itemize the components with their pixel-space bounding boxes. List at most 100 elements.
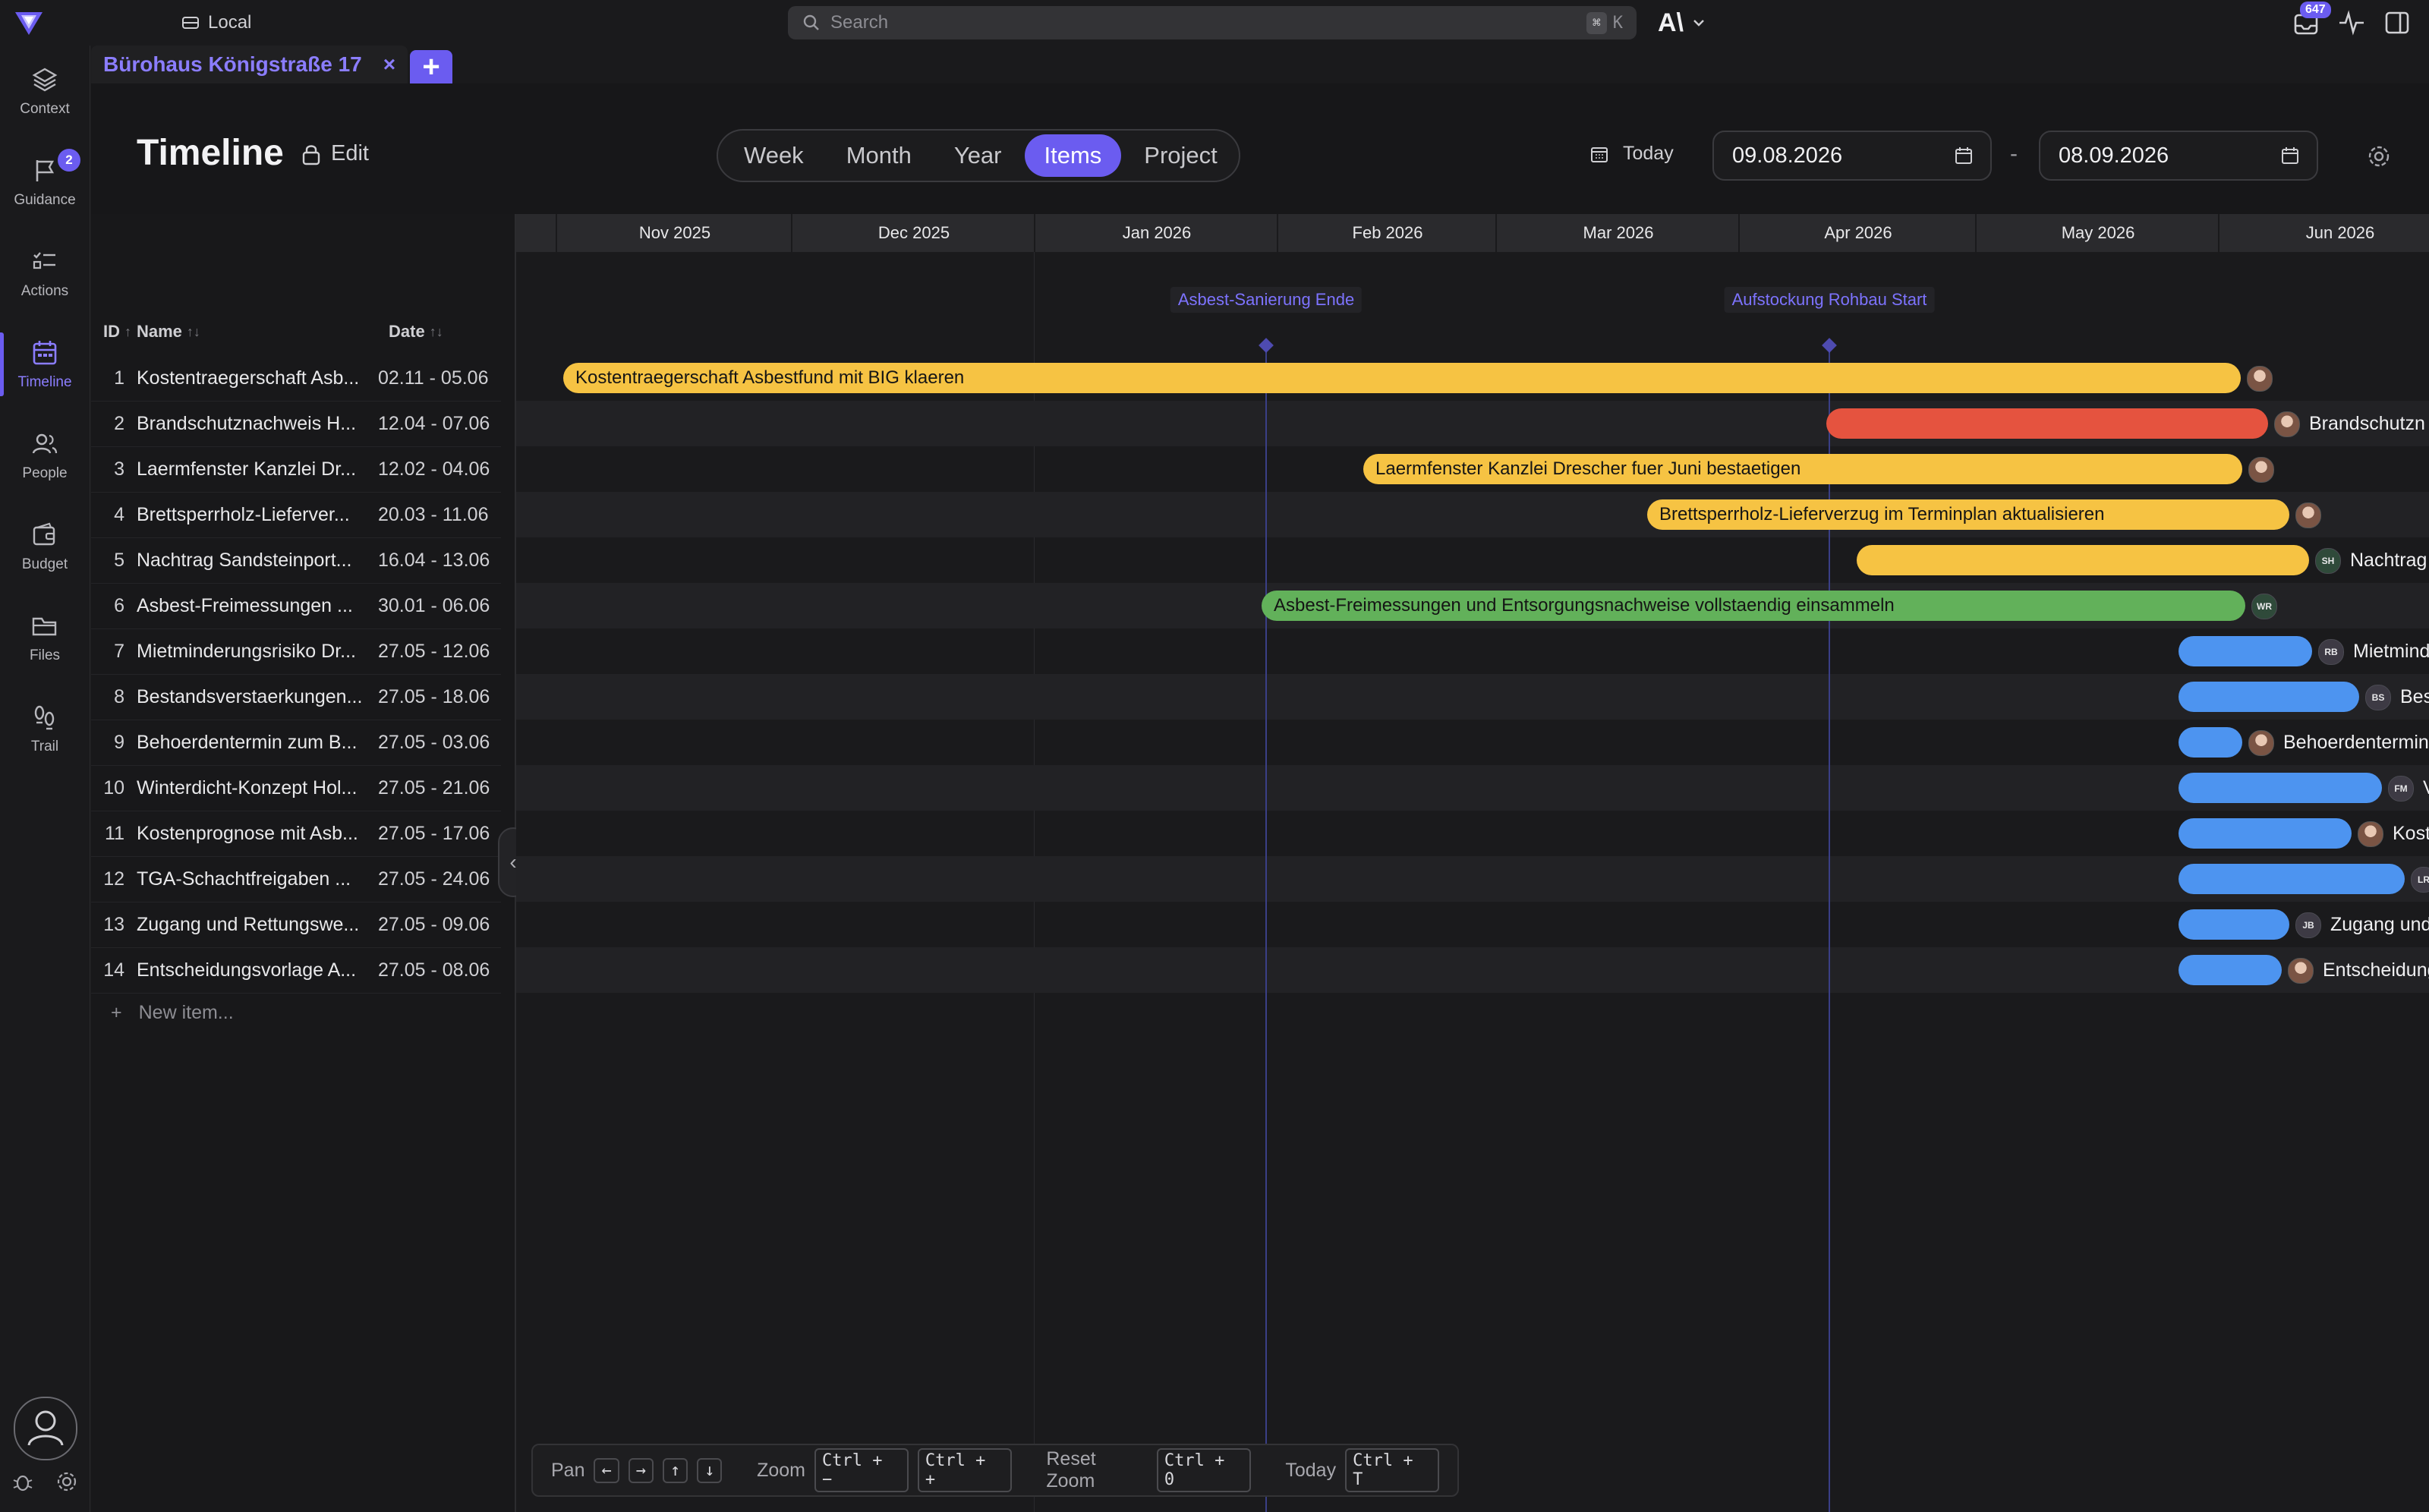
- rail-item-files[interactable]: Files: [0, 598, 90, 677]
- drive-icon: [182, 17, 199, 29]
- new-item-button[interactable]: + New item...: [111, 1002, 234, 1024]
- assignee-photo-avatar[interactable]: [2358, 821, 2383, 847]
- list-item[interactable]: 11 Kostenprognose mit Asb... 27.05 - 17.06: [91, 811, 501, 857]
- bar-outside-label: Behoerdentermin: [2283, 732, 2429, 753]
- list-item[interactable]: 3 Laermfenster Kanzlei Dr... 12.02 - 04.06: [91, 446, 501, 493]
- assignee-photo-avatar[interactable]: [2248, 457, 2274, 483]
- timeline-row: [516, 947, 2429, 993]
- workspace-selector[interactable]: Local: [181, 11, 251, 35]
- edit-button[interactable]: Edit: [301, 141, 369, 166]
- timeline-canvas[interactable]: Nov 2025 Dec 2025 Jan 2026 Feb 2026 Mar 2026…: [516, 214, 2429, 1512]
- calendar-small-icon: [1591, 146, 1608, 162]
- rail-item-guidance[interactable]: Guidance 2: [0, 143, 90, 222]
- timeline-bar[interactable]: [2179, 818, 2352, 849]
- settings-gear-icon[interactable]: [55, 1469, 79, 1494]
- column-name[interactable]: Name ↑↓: [137, 322, 200, 342]
- column-id[interactable]: ID ↑: [103, 322, 131, 342]
- milestone-label[interactable]: Asbest-Sanierung Ende: [1170, 287, 1363, 313]
- inbox-count-badge: 647: [2300, 2, 2331, 18]
- timeline-bar[interactable]: [2179, 727, 2242, 758]
- calendar-picker-icon[interactable]: [2280, 146, 2300, 165]
- list-item[interactable]: 5 Nachtrag Sandsteinport... 16.04 - 13.06: [91, 537, 501, 584]
- list-item[interactable]: 9 Behoerdentermin zum B... 27.05 - 03.06: [91, 720, 501, 766]
- milestone-diamond[interactable]: [1259, 338, 1274, 353]
- bar-label: Laermfenster Kanzlei Drescher fuer Juni …: [1375, 458, 1801, 479]
- timeline-bar[interactable]: Asbest-Freimessungen und Entsorgungsnach…: [1262, 591, 2245, 621]
- rail-item-budget[interactable]: Budget: [0, 507, 90, 586]
- assignee-avatar[interactable]: LR: [2411, 867, 2429, 893]
- view-tab-month[interactable]: Month: [827, 134, 931, 177]
- brand-menu[interactable]: A\: [1658, 8, 1706, 38]
- timeline-bar[interactable]: [2179, 773, 2382, 803]
- list-item[interactable]: 4 Brettsperrholz-Lieferver... 20.03 - 11.0…: [91, 492, 501, 538]
- view-tab-items[interactable]: Items: [1024, 134, 1122, 177]
- list-item[interactable]: 14 Entscheidungsvorlage A... 27.05 - 08.06: [91, 947, 501, 994]
- item-id: 12: [103, 868, 124, 890]
- milestone-diamond[interactable]: [1822, 338, 1837, 353]
- layers-icon: [32, 68, 58, 92]
- view-tab-project[interactable]: Project: [1124, 134, 1237, 177]
- month-label: Apr 2026: [1738, 214, 1977, 252]
- search-bar[interactable]: Search ⌘ K: [788, 6, 1637, 39]
- timeline-bar[interactable]: Brettsperrholz-Lieferverzug im Terminpla…: [1647, 499, 2289, 530]
- list-item[interactable]: 12 TGA-Schachtfreigaben ... 27.05 - 24.06: [91, 856, 501, 902]
- rail-item-context[interactable]: Context: [0, 52, 90, 131]
- list-item[interactable]: 7 Mietminderungsrisiko Dr... 27.05 - 12.06: [91, 628, 501, 675]
- timeline-bar[interactable]: [2179, 909, 2289, 940]
- timeline-bar[interactable]: Kostentraegerschaft Asbestfund mit BIG k…: [563, 363, 2241, 393]
- rail-item-actions[interactable]: Actions: [0, 234, 90, 313]
- timeline-bar[interactable]: [2179, 636, 2312, 666]
- bug-icon[interactable]: [11, 1469, 35, 1494]
- timeline-bar[interactable]: [1857, 545, 2309, 575]
- project-tab[interactable]: Bürohaus Königstraße 17 ×: [91, 46, 408, 83]
- assignee-photo-avatar[interactable]: [2295, 502, 2321, 528]
- today-button[interactable]: Today: [1589, 143, 1674, 165]
- start-date-field[interactable]: 09.08.2026: [1712, 131, 1992, 181]
- list-item[interactable]: 2 Brandschutznachweis H... 12.04 - 07.06: [91, 401, 501, 447]
- zoom-label: Zoom: [757, 1459, 805, 1481]
- list-item[interactable]: 8 Bestandsverstaerkungen... 27.05 - 18.06: [91, 674, 501, 720]
- sidebar-toggle-icon[interactable]: [2383, 9, 2411, 36]
- timeline-settings-icon[interactable]: [2365, 143, 2393, 170]
- timeline-bar[interactable]: [1826, 408, 2268, 439]
- assignee-avatar[interactable]: SH: [2315, 548, 2341, 574]
- user-avatar-icon[interactable]: [14, 1397, 77, 1460]
- add-tab-button[interactable]: +: [410, 50, 452, 83]
- column-date[interactable]: Date ↑↓: [389, 322, 443, 342]
- item-date: 12.02 - 04.06: [378, 458, 490, 480]
- timeline-bar[interactable]: [2179, 864, 2405, 894]
- timeline-row: [516, 765, 2429, 811]
- assignee-photo-avatar[interactable]: [2248, 730, 2274, 756]
- view-tab-year[interactable]: Year: [934, 134, 1022, 177]
- list-item[interactable]: 6 Asbest-Freimessungen ... 30.01 - 06.06: [91, 583, 501, 629]
- assignee-avatar[interactable]: RB: [2318, 639, 2344, 665]
- new-item-label: New item...: [138, 1002, 234, 1023]
- rail-item-trail[interactable]: Trail: [0, 689, 90, 768]
- close-tab-icon[interactable]: ×: [383, 52, 395, 77]
- assignee-photo-avatar[interactable]: [2274, 411, 2300, 437]
- timeline-bar[interactable]: [2179, 682, 2359, 712]
- milestone-label[interactable]: Aufstockung Rohbau Start: [1724, 287, 1935, 313]
- list-item[interactable]: 13 Zugang und Rettungswe... 27.05 - 09.06: [91, 902, 501, 948]
- timeline-bar[interactable]: [2179, 955, 2282, 985]
- pan-label: Pan: [551, 1459, 585, 1481]
- item-id: 6: [114, 595, 124, 616]
- view-tab-week[interactable]: Week: [724, 134, 824, 177]
- assignee-avatar[interactable]: WR: [2251, 594, 2277, 619]
- today-label: Today: [1623, 143, 1674, 164]
- assignee-photo-avatar[interactable]: [2288, 958, 2314, 984]
- rail-item-timeline[interactable]: Timeline: [0, 325, 90, 404]
- assignee-avatar[interactable]: JB: [2295, 912, 2321, 938]
- list-item[interactable]: 1 Kostentraegerschaft Asb... 02.11 - 05.06: [91, 355, 501, 402]
- end-date-field[interactable]: 08.09.2026: [2039, 131, 2318, 181]
- assignee-avatar[interactable]: BS: [2365, 685, 2391, 710]
- assignee-photo-avatar[interactable]: [2247, 366, 2273, 392]
- app-logo-icon[interactable]: [12, 6, 46, 39]
- timeline-bar[interactable]: Laermfenster Kanzlei Drescher fuer Juni …: [1363, 454, 2242, 484]
- calendar-picker-icon[interactable]: [1954, 146, 1974, 165]
- rail-item-people[interactable]: People: [0, 416, 90, 495]
- list-item[interactable]: 10 Winterdicht-Konzept Hol... 27.05 - 21.0…: [91, 765, 501, 811]
- calendar-icon: [33, 341, 57, 365]
- assignee-avatar[interactable]: FM: [2388, 776, 2414, 802]
- activity-icon[interactable]: [2338, 9, 2365, 36]
